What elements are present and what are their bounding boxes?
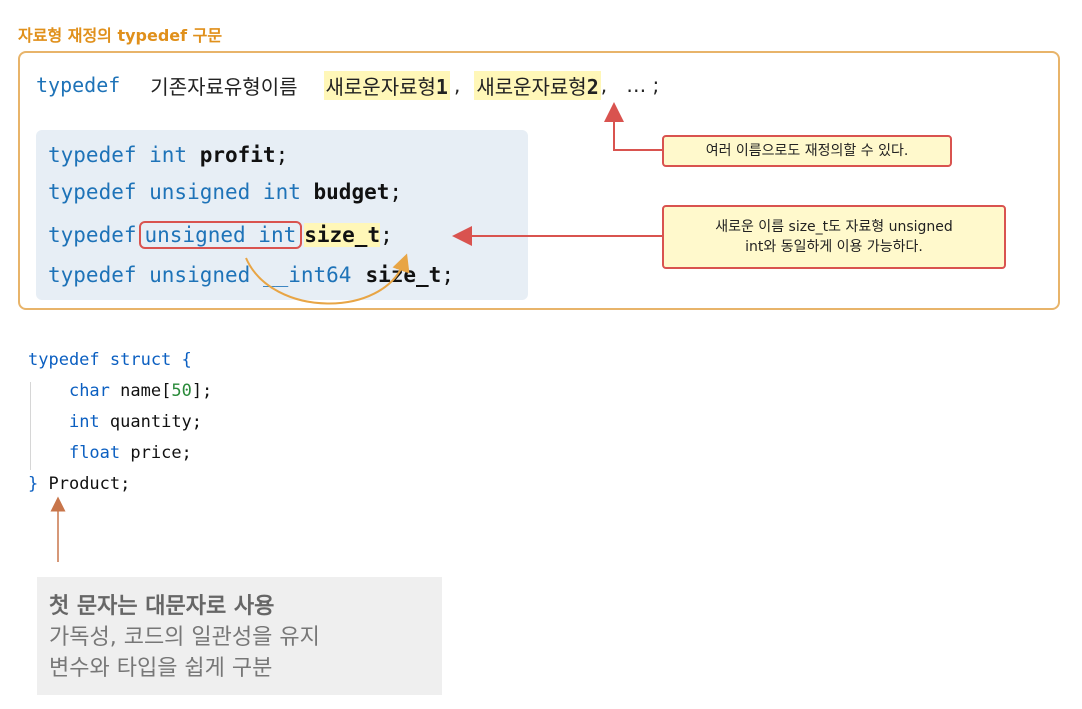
curved-arrow (245, 253, 410, 305)
struct-keyword: typedef struct (28, 350, 182, 370)
array-size: 50 (171, 381, 192, 401)
callout-arrow-up (604, 102, 662, 151)
note-line-distinguish: 변수와 타입을 쉽게 구분 (49, 656, 273, 681)
callout-text: 여러 이름으로도 재정의할 수 있다. (705, 143, 909, 159)
callout-multiple-names: 여러 이름으로도 재정의할 수 있다. (662, 135, 952, 167)
naming-note-box: 첫 문자는 대문자로 사용 가독성, 코드의 일관성을 유지 변수와 타입을 쉽… (37, 577, 442, 695)
type-float: float (68, 443, 131, 463)
close-brace: } (28, 474, 49, 494)
type-int: int (68, 412, 110, 432)
callout-text-line-1: 새로운 이름 size_t도 자료형 unsigned (715, 219, 953, 235)
callout-size-t: 새로운 이름 size_t도 자료형 unsigned int와 동일하게 이용… (662, 205, 1006, 269)
field-end: ]; (191, 381, 213, 401)
open-brace: { (181, 350, 192, 370)
type-char: char (68, 381, 121, 401)
struct-code-block: typedef struct { char name[50]; int quan… (28, 345, 212, 500)
field-price: price; (130, 443, 192, 463)
note-line-readability: 가독성, 코드의 일관성을 유지 (49, 625, 320, 650)
struct-type-name: Product; (48, 474, 131, 494)
callout-text-line-2: int와 동일하게 이용 가능하다. (745, 239, 923, 255)
field-quantity: quantity; (109, 412, 203, 432)
note-heading: 첫 문자는 대문자로 사용 (49, 594, 275, 619)
field-name: name[ (120, 381, 172, 401)
